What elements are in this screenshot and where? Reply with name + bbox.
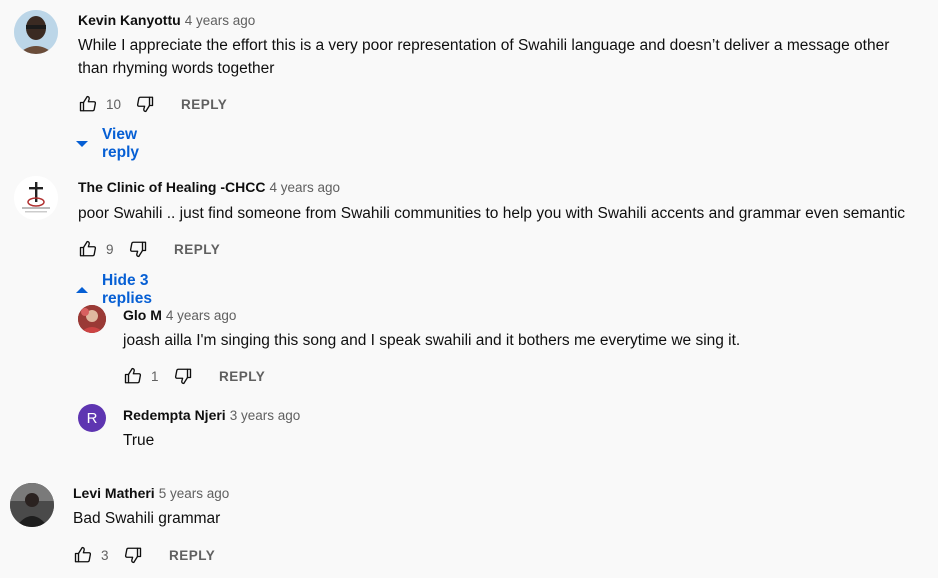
comment-text: poor Swahili .. just find someone from S…	[78, 205, 906, 222]
like-count: 3	[101, 547, 109, 563]
reply-header: Redempta Njeri 3 years ago	[123, 407, 300, 423]
comment-actions: 10 REPLY	[78, 93, 227, 115]
hide-replies-button[interactable]: Hide 3 replies	[76, 272, 152, 308]
comment-header: The Clinic of Healing -CHCC 4 years ago	[78, 179, 340, 195]
caret-up-icon	[76, 287, 88, 293]
avatar[interactable]: R	[78, 404, 106, 432]
comment-actions: 3 REPLY	[73, 544, 215, 566]
comment-text-line: than rhyming words together	[78, 60, 275, 77]
author-name[interactable]: Glo M	[123, 307, 162, 323]
like-count: 10	[106, 96, 122, 112]
avatar-letter: R	[86, 409, 98, 427]
comment-actions: 9 REPLY	[78, 238, 220, 260]
author-name[interactable]: Kevin Kanyottu	[78, 12, 181, 28]
reply-button[interactable]: REPLY	[181, 97, 227, 112]
comment-text-line: While I appreciate the effort this is a …	[78, 37, 890, 54]
view-replies-button[interactable]: View reply	[76, 126, 139, 162]
avatar[interactable]	[78, 305, 106, 333]
like-count: 9	[106, 241, 114, 257]
author-name[interactable]: Levi Matheri	[73, 485, 155, 501]
comment-text: Bad Swahili grammar	[73, 510, 221, 527]
timestamp[interactable]: 4 years ago	[269, 180, 340, 195]
thumbs-up-icon[interactable]	[78, 94, 98, 114]
reply-button[interactable]: REPLY	[174, 242, 220, 257]
timestamp[interactable]: 4 years ago	[166, 308, 237, 323]
timestamp[interactable]: 3 years ago	[230, 408, 301, 423]
replies-toggle-label: View reply	[102, 126, 140, 161]
timestamp[interactable]: 4 years ago	[185, 13, 256, 28]
thumbs-up-icon[interactable]	[78, 239, 98, 259]
thumbs-down-icon[interactable]	[128, 239, 148, 259]
thumbs-down-icon[interactable]	[123, 545, 143, 565]
comment-header: Kevin Kanyottu 4 years ago	[78, 12, 255, 28]
thumbs-down-icon[interactable]	[173, 366, 193, 386]
avatar[interactable]	[14, 176, 58, 220]
replies-toggle-label: Hide 3 replies	[102, 272, 152, 307]
like-count: 1	[151, 368, 159, 384]
reply-text: True	[123, 432, 155, 449]
comment-header: Levi Matheri 5 years ago	[73, 485, 229, 501]
reply-actions: 1 REPLY	[123, 365, 265, 387]
reply-header: Glo M 4 years ago	[123, 307, 236, 323]
thumbs-up-icon[interactable]	[123, 366, 143, 386]
thumbs-up-icon[interactable]	[73, 545, 93, 565]
caret-down-icon	[76, 141, 88, 147]
thumbs-down-icon[interactable]	[135, 94, 155, 114]
avatar[interactable]	[14, 10, 58, 54]
reply-button[interactable]: REPLY	[219, 369, 265, 384]
avatar[interactable]	[10, 483, 54, 527]
author-name[interactable]: Redempta Njeri	[123, 407, 226, 423]
comment-text: While I appreciate the effort this is a …	[78, 34, 889, 80]
reply-text: joash ailla I'm singing this song and I …	[123, 332, 741, 349]
reply-button[interactable]: REPLY	[169, 548, 215, 563]
timestamp[interactable]: 5 years ago	[159, 486, 230, 501]
author-name[interactable]: The Clinic of Healing -CHCC	[78, 179, 265, 195]
